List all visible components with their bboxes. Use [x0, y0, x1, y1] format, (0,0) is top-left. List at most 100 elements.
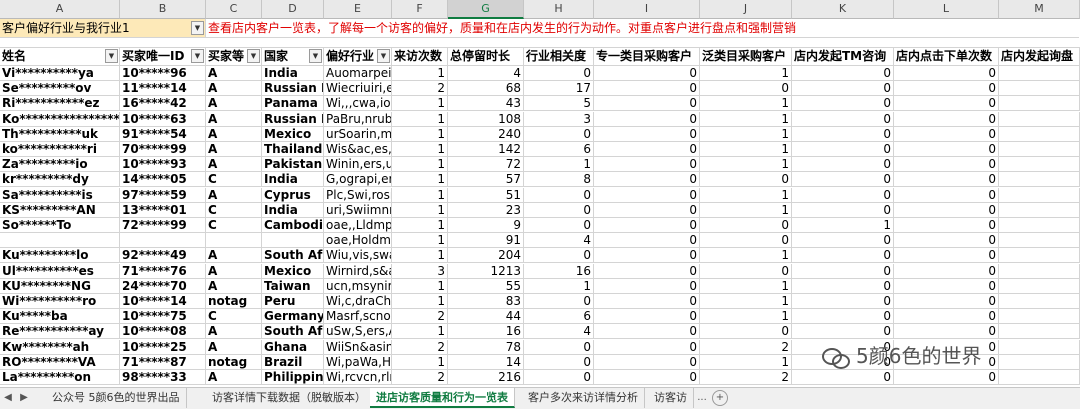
table-cell[interactable]: 43 — [448, 96, 524, 112]
prev-sheet-button[interactable]: ◀ — [0, 388, 16, 408]
column-header-h[interactable]: H — [524, 0, 594, 19]
sheet-tab[interactable]: 进店访客质量和行为一览表 — [370, 388, 515, 408]
table-cell[interactable]: 0 — [524, 294, 594, 309]
table-cell[interactable] — [0, 233, 120, 249]
table-cell[interactable]: 0 — [894, 96, 999, 112]
table-cell[interactable]: 0 — [594, 309, 700, 325]
table-cell[interactable]: 1 — [524, 278, 594, 294]
table-cell[interactable] — [999, 309, 1080, 325]
column-header-c[interactable]: C — [206, 0, 262, 19]
table-cell[interactable] — [999, 81, 1080, 97]
table-cell[interactable]: Kw********ah — [0, 339, 120, 355]
table-cell[interactable]: A — [206, 248, 262, 264]
table-cell[interactable]: 0 — [894, 126, 999, 142]
table-cell[interactable]: 1 — [700, 248, 792, 264]
table-cell[interactable]: Se*********ov — [0, 81, 120, 97]
table-cell[interactable]: Russian Fed — [262, 111, 324, 127]
table-cell[interactable] — [999, 339, 1080, 355]
table-cell[interactable]: 240 — [448, 126, 524, 142]
table-cell[interactable]: 2 — [392, 81, 448, 97]
table-cell[interactable] — [999, 157, 1080, 173]
table-cell[interactable]: A — [206, 278, 262, 294]
table-cell[interactable]: 0 — [700, 81, 792, 97]
table-cell[interactable]: uri,Swiimnni — [324, 202, 392, 218]
table-cell[interactable]: 142 — [448, 142, 524, 157]
table-cell[interactable]: 0 — [594, 96, 700, 112]
table-cell[interactable] — [999, 233, 1080, 249]
table-cell[interactable] — [999, 354, 1080, 370]
table-cell[interactable]: Ul**********es — [0, 263, 120, 279]
column-header-b[interactable]: B — [120, 0, 206, 19]
table-cell[interactable]: 0 — [792, 96, 894, 112]
table-cell[interactable]: oae,Holdmp — [324, 233, 392, 249]
table-cell[interactable]: 1 — [392, 157, 448, 173]
table-cell[interactable]: KU********NG — [0, 278, 120, 294]
table-cell[interactable]: Germany — [262, 309, 324, 325]
table-cell[interactable]: 1 — [700, 96, 792, 112]
table-cell[interactable]: 91 — [448, 233, 524, 249]
table-cell[interactable]: 0 — [894, 233, 999, 249]
table-cell[interactable] — [999, 96, 1080, 112]
header-j[interactable]: 泛类目采购客户 — [700, 47, 792, 66]
column-filter-icon[interactable]: ▼ — [377, 49, 390, 63]
table-cell[interactable]: Wi**********ro — [0, 294, 120, 309]
table-cell[interactable]: 216 — [448, 370, 524, 385]
table-cell[interactable]: 1 — [392, 218, 448, 233]
table-cell[interactable]: notag — [206, 354, 262, 370]
table-cell[interactable]: 72 — [448, 157, 524, 173]
header-l[interactable]: 店内点击下单次数 — [894, 47, 999, 66]
table-cell[interactable]: 44 — [448, 309, 524, 325]
header-d[interactable]: 国家 ▼ — [262, 47, 324, 66]
table-cell[interactable]: 0 — [894, 172, 999, 188]
table-cell[interactable] — [999, 278, 1080, 294]
table-cell[interactable]: G,ograpi,ers — [324, 172, 392, 188]
header-e[interactable]: 偏好行业 ▼ — [324, 47, 392, 66]
table-cell[interactable]: 11*****14 — [120, 81, 206, 97]
table-cell[interactable]: 0 — [792, 294, 894, 309]
table-cell[interactable]: 1 — [700, 354, 792, 370]
table-cell[interactable]: A — [206, 66, 262, 81]
table-cell[interactable]: 9 — [448, 218, 524, 233]
table-cell[interactable]: Auomarpeir — [324, 66, 392, 81]
table-cell[interactable]: 0 — [594, 233, 700, 249]
table-cell[interactable]: Ghana — [262, 339, 324, 355]
table-cell[interactable]: WiiSn&asinr — [324, 339, 392, 355]
table-cell[interactable]: ucn,msynirin — [324, 278, 392, 294]
table-cell[interactable]: 2 — [392, 370, 448, 385]
table-cell[interactable]: 0 — [524, 202, 594, 218]
table-cell[interactable]: 0 — [792, 309, 894, 325]
table-cell[interactable]: 1 — [700, 309, 792, 325]
table-cell[interactable]: Wi,,,cwa,ioe — [324, 96, 392, 112]
table-cell[interactable]: India — [262, 66, 324, 81]
table-cell[interactable]: 0 — [594, 187, 700, 203]
table-cell[interactable]: 1 — [392, 202, 448, 218]
table-cell[interactable]: 91*****54 — [120, 126, 206, 142]
table-cell[interactable]: 14*****05 — [120, 172, 206, 188]
column-filter-icon[interactable]: ▼ — [309, 49, 322, 63]
table-cell[interactable]: India — [262, 172, 324, 188]
table-cell[interactable]: 10*****08 — [120, 324, 206, 340]
table-cell[interactable]: 0 — [894, 278, 999, 294]
table-cell[interactable]: uSw,S,ers,Al, — [324, 324, 392, 340]
table-cell[interactable]: 0 — [792, 187, 894, 203]
table-cell[interactable]: 0 — [792, 111, 894, 127]
table-cell[interactable]: Cyprus — [262, 187, 324, 203]
header-g[interactable]: 总停留时长 — [448, 47, 524, 66]
table-cell[interactable]: 4 — [524, 233, 594, 249]
table-cell[interactable] — [999, 172, 1080, 188]
table-cell[interactable]: 0 — [594, 278, 700, 294]
table-cell[interactable]: 1 — [392, 294, 448, 309]
table-cell[interactable]: 1 — [392, 172, 448, 188]
table-cell[interactable]: 1 — [392, 278, 448, 294]
table-cell[interactable]: Peru — [262, 294, 324, 309]
table-cell[interactable] — [999, 126, 1080, 142]
table-cell[interactable]: South Afric — [262, 324, 324, 340]
sheet-tab[interactable]: 客户多次来访详情分析 — [522, 388, 645, 408]
table-cell[interactable]: 51 — [448, 187, 524, 203]
next-sheet-button[interactable]: ▶ — [16, 388, 32, 408]
table-cell[interactable]: 0 — [792, 142, 894, 157]
table-cell[interactable]: 1 — [524, 157, 594, 173]
table-cell[interactable]: 0 — [894, 218, 999, 233]
table-cell[interactable]: 1 — [700, 111, 792, 127]
table-cell[interactable]: 0 — [594, 354, 700, 370]
